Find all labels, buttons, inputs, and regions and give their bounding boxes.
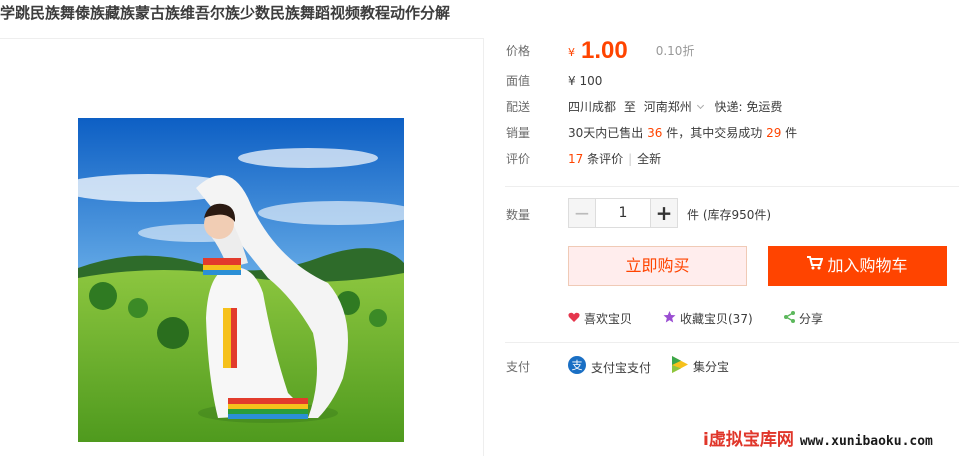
product-gallery xyxy=(0,38,484,456)
shipping-row: 配送 四川成都 至 河南郑州 快递: 免运费 xyxy=(505,94,959,120)
heart-icon xyxy=(568,310,580,328)
divider xyxy=(505,186,959,187)
alipay-option[interactable]: 支 支付宝支付 xyxy=(568,356,651,379)
quantity-increase-button[interactable]: + xyxy=(650,198,678,228)
quantity-input[interactable] xyxy=(596,198,650,228)
reviews-row: 评价 17 条评价 | 全新 xyxy=(505,146,959,172)
jifenbao-label: 集分宝 xyxy=(693,360,730,374)
face-value-row: 面值 ¥ 100 xyxy=(505,68,959,94)
product-photo[interactable] xyxy=(78,118,404,442)
sales-suffix: 件 xyxy=(785,126,798,140)
svg-text:支: 支 xyxy=(572,359,583,372)
alipay-icon: 支 xyxy=(568,356,586,379)
stock-info: 件 (库存950件) xyxy=(687,208,772,222)
favorite-label: 收藏宝贝(37) xyxy=(680,312,753,326)
quantity-label: 数量 xyxy=(506,208,531,222)
add-to-cart-label: 加入购物车 xyxy=(827,256,908,275)
price-discount: 0.10折 xyxy=(655,44,695,58)
share-button[interactable]: 分享 xyxy=(784,310,823,328)
reviews-count[interactable]: 17 xyxy=(568,152,583,166)
shipping-method: 快递: 免运费 xyxy=(714,100,783,114)
shipping-from: 四川成都 xyxy=(568,100,617,114)
jifenbao-icon xyxy=(672,356,688,378)
add-to-cart-button[interactable]: 加入购物车 xyxy=(768,246,947,286)
like-button[interactable]: 喜欢宝贝 xyxy=(568,310,632,328)
sales-prefix: 30天内已售出 xyxy=(568,126,644,140)
watermark-url: www.xunibaoku.com xyxy=(799,434,933,449)
product-title: 学跳民族舞傣族藏族蒙古族维吾尔族少数民族舞蹈视频教程动作分解 xyxy=(0,4,451,22)
price-label: 价格 xyxy=(506,44,531,58)
face-value-label: 面值 xyxy=(506,74,531,88)
shipping-to-word: 至 xyxy=(623,100,636,114)
sales-label: 销量 xyxy=(506,126,531,140)
share-label: 分享 xyxy=(799,312,824,326)
sales-success-count: 29 xyxy=(766,126,782,140)
price-row: 价格 ¥1.00 0.10折 xyxy=(505,38,959,68)
watermark: i虚拟宝库网 www.xunibaoku.com xyxy=(703,427,933,455)
product-properties: 价格 ¥1.00 0.10折 面值 ¥ 100 配送 四川成都 至 河南郑州 快递… xyxy=(505,38,959,172)
divider xyxy=(505,342,959,343)
shipping-label: 配送 xyxy=(506,100,531,114)
price-currency: ¥ xyxy=(568,46,575,59)
jifenbao-option[interactable]: 集分宝 xyxy=(672,356,729,378)
reviews-link[interactable]: 全新 xyxy=(637,152,661,166)
sales-row: 销量 30天内已售出 36 件，其中交易成功 29 件 xyxy=(505,120,959,146)
cart-icon xyxy=(807,246,824,284)
sales-mid: 件，其中交易成功 xyxy=(666,126,763,140)
sales-sold-count: 36 xyxy=(647,126,663,140)
reviews-label: 评价 xyxy=(506,152,531,166)
like-label: 喜欢宝贝 xyxy=(584,312,633,326)
payment-label: 支付 xyxy=(506,360,531,374)
quantity-decrease-button[interactable]: − xyxy=(568,198,596,228)
star-icon xyxy=(663,310,676,328)
quantity-stepper: − + xyxy=(568,198,678,230)
price-value: 1.00 xyxy=(581,37,628,64)
shipping-destination-select[interactable]: 河南郑州 xyxy=(644,100,692,114)
quantity-row: 数量 − + 件 (库存950件) xyxy=(505,198,959,230)
share-icon xyxy=(784,310,795,328)
buy-now-button[interactable]: 立即购买 xyxy=(568,246,747,286)
face-value: ¥ 100 xyxy=(568,74,603,88)
favorite-button[interactable]: 收藏宝贝(37) xyxy=(663,310,753,328)
alipay-label: 支付宝支付 xyxy=(591,360,652,375)
reviews-separator: | xyxy=(628,152,633,166)
reviews-count-suffix[interactable]: 条评价 xyxy=(587,152,623,166)
watermark-brand: i虚拟宝库网 xyxy=(703,430,794,450)
chevron-down-icon[interactable] xyxy=(696,101,704,110)
